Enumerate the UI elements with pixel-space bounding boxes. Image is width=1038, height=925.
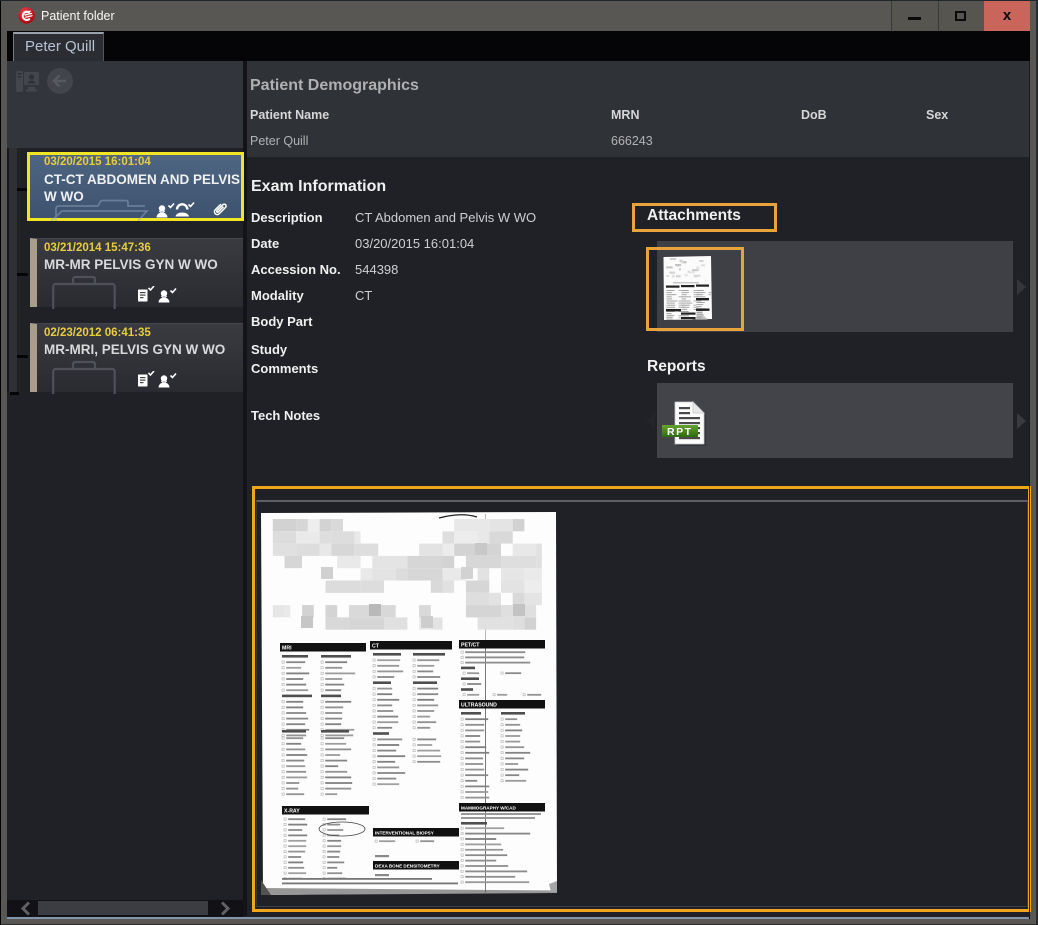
svg-text:INTERVENTIONAL BIOPSY: INTERVENTIONAL BIOPSY bbox=[375, 831, 434, 836]
svg-text:MAMMOGRAPHY W/CAD: MAMMOGRAPHY W/CAD bbox=[461, 806, 516, 811]
svg-text:PET/CT: PET/CT bbox=[461, 643, 480, 649]
svg-text:X-RAY: X-RAY bbox=[284, 809, 300, 815]
svg-text:DEXA BONE DENSITOMETRY: DEXA BONE DENSITOMETRY bbox=[375, 864, 440, 869]
svg-text:CT: CT bbox=[372, 644, 380, 650]
svg-text:ULTRASOUND: ULTRASOUND bbox=[461, 703, 497, 709]
svg-text:RPT: RPT bbox=[667, 426, 693, 438]
svg-text:MRI: MRI bbox=[282, 646, 292, 652]
